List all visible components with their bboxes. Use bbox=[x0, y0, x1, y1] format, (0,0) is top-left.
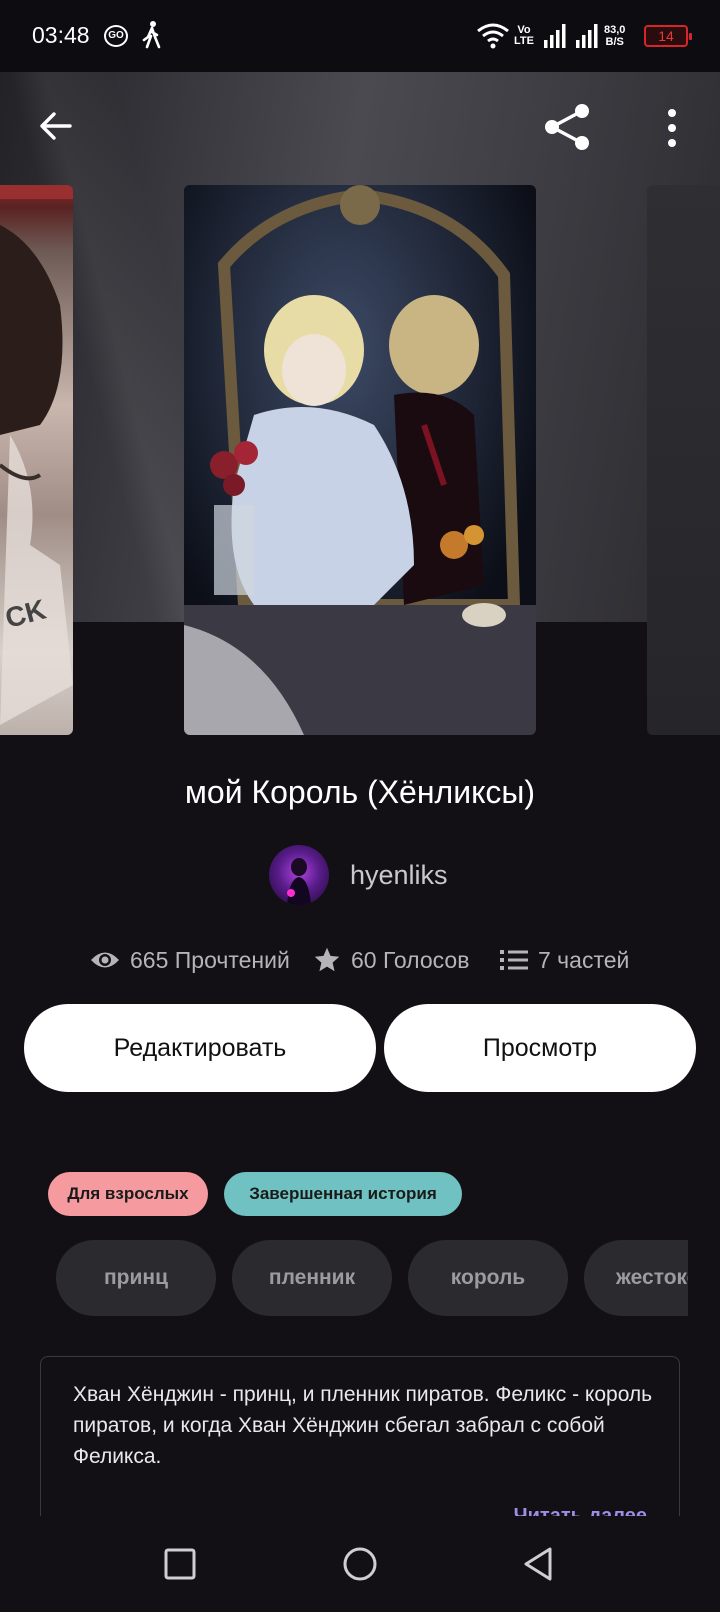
system-navigation-bar bbox=[0, 1516, 720, 1612]
wifi-icon bbox=[477, 23, 509, 49]
author-avatar[interactable] bbox=[269, 845, 329, 905]
completed-badge: Завершенная история bbox=[224, 1172, 462, 1216]
view-button[interactable]: Просмотр bbox=[384, 1004, 696, 1092]
tag-chip[interactable]: король bbox=[408, 1240, 568, 1316]
read-more-link[interactable]: Читать далее bbox=[514, 1505, 647, 1516]
previous-story-cover[interactable]: CK bbox=[0, 185, 73, 735]
list-icon bbox=[500, 950, 528, 970]
walking-icon bbox=[142, 21, 161, 49]
reads-count: 665 Прочтений bbox=[130, 946, 290, 973]
tag-chip[interactable]: принц bbox=[56, 1240, 216, 1316]
star-icon bbox=[314, 947, 340, 972]
signal-icon-2 bbox=[576, 24, 598, 48]
story-description: Хван Хёнджин - принц, и пленник пиратов.… bbox=[73, 1383, 653, 1468]
parts-stat: 7 частей bbox=[500, 940, 629, 980]
votes-stat: 60 Голосов bbox=[313, 940, 469, 980]
share-icon[interactable] bbox=[542, 102, 592, 152]
story-stats: 665 Прочтений 60 Голосов 7 частей bbox=[0, 940, 720, 980]
battery-indicator: 14 bbox=[644, 25, 692, 47]
more-vertical-icon[interactable] bbox=[660, 106, 684, 150]
tag-list[interactable]: принц пленник король жестокость bbox=[0, 1240, 688, 1316]
tag-chip[interactable]: жестокость bbox=[584, 1240, 688, 1316]
status-bar: 03:48 GO Vo LTE 83,0 B/S 14 bbox=[0, 0, 720, 72]
status-time: 03:48 bbox=[32, 22, 90, 48]
mature-badge: Для взрослых bbox=[48, 1172, 208, 1216]
circle-icon[interactable] bbox=[340, 1544, 380, 1584]
author-name[interactable]: hyenliks bbox=[350, 860, 448, 891]
go-app-icon: GO bbox=[104, 25, 128, 47]
back-arrow-icon[interactable] bbox=[36, 106, 76, 146]
story-cover-image[interactable] bbox=[184, 185, 536, 735]
edit-button[interactable]: Редактировать bbox=[24, 1004, 376, 1092]
eye-icon bbox=[91, 952, 119, 968]
triangle-back-icon[interactable] bbox=[518, 1544, 558, 1584]
description-box: Хван Хёнджин - принц, и пленник пиратов.… bbox=[40, 1356, 680, 1516]
votes-count: 60 Голосов bbox=[351, 946, 470, 973]
tag-chip[interactable]: пленник bbox=[232, 1240, 392, 1316]
reads-stat: 665 Прочтений bbox=[90, 940, 290, 980]
network-speed: 83,0 B/S bbox=[604, 24, 626, 48]
square-icon[interactable] bbox=[160, 1544, 200, 1584]
volte-indicator: Vo LTE bbox=[514, 24, 534, 47]
next-story-cover[interactable] bbox=[647, 185, 720, 735]
signal-icon-1 bbox=[544, 24, 566, 48]
parts-count: 7 частей bbox=[538, 946, 630, 973]
story-title: мой Король (Хёнликсы) bbox=[184, 774, 536, 810]
